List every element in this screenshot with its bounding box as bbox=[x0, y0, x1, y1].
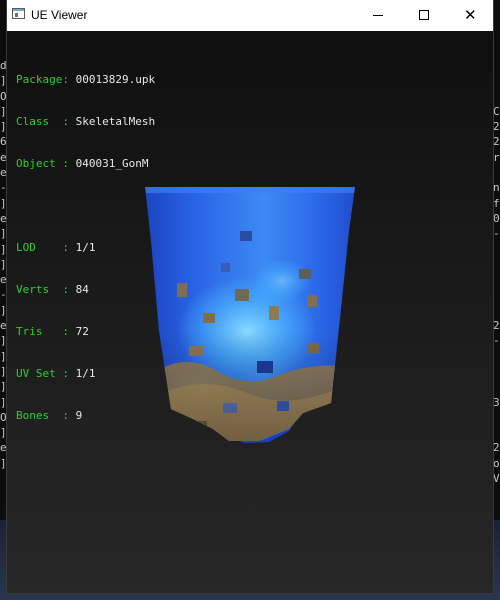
title-bar[interactable]: UE Viewer ✕ bbox=[7, 0, 493, 31]
info-object: Object : 040031_GonM bbox=[16, 157, 149, 170]
background-console-char bbox=[493, 89, 500, 104]
info-package: Package: 00013829.upk bbox=[16, 73, 156, 86]
background-console-char: 3 bbox=[493, 395, 500, 409]
background-console-char bbox=[493, 272, 500, 287]
background-console-char: 0 bbox=[493, 211, 500, 225]
window-app-icon[interactable] bbox=[12, 8, 25, 19]
info-lod: LOD : 1/1 bbox=[16, 241, 96, 254]
ue-viewer-window: UE Viewer ✕ Package: 00013829.upk Class … bbox=[7, 0, 493, 593]
background-console-char bbox=[493, 303, 500, 318]
window-title: UE Viewer bbox=[31, 8, 88, 22]
info-uv-set: UV Set : 1/1 bbox=[16, 367, 96, 380]
background-console-char bbox=[493, 242, 500, 257]
background-console-char: n bbox=[493, 181, 500, 195]
background-console-char bbox=[493, 287, 500, 302]
minimize-button[interactable] bbox=[355, 0, 401, 31]
background-console-char: o bbox=[493, 456, 500, 470]
background-console-char bbox=[493, 379, 500, 394]
background-console-char: C bbox=[493, 104, 500, 118]
background-console-char: 2 bbox=[493, 135, 500, 149]
background-console-char bbox=[493, 257, 500, 272]
info-tris: Tris : 72 bbox=[16, 325, 89, 338]
background-console-char bbox=[493, 58, 500, 73]
background-console-char bbox=[493, 364, 500, 379]
background-console-char: - bbox=[493, 227, 500, 241]
background-console-char: 2 bbox=[493, 441, 500, 455]
close-button[interactable]: ✕ bbox=[447, 0, 493, 31]
background-console-char: r bbox=[493, 150, 500, 164]
info-verts: Verts : 84 bbox=[16, 283, 89, 296]
background-console-char bbox=[493, 425, 500, 440]
info-class: Class : SkeletalMesh bbox=[16, 115, 156, 128]
maximize-button[interactable] bbox=[401, 0, 447, 31]
mesh-viewport[interactable]: Package: 00013829.upk Class : SkeletalMe… bbox=[7, 31, 493, 593]
info-bones: Bones : 9 bbox=[16, 409, 83, 422]
background-console-char: 2 bbox=[493, 319, 500, 333]
background-console-right: C22rnf0-2-32oV bbox=[493, 58, 500, 486]
background-console-char bbox=[493, 349, 500, 364]
mesh-info-panel: Package: 00013829.upk Class : SkeletalMe… bbox=[16, 45, 155, 451]
background-console-char: f bbox=[493, 196, 500, 210]
background-console-char bbox=[493, 73, 500, 88]
background-console-char bbox=[493, 165, 500, 180]
close-icon: ✕ bbox=[464, 6, 477, 24]
background-console-char bbox=[493, 410, 500, 425]
maximize-icon bbox=[419, 10, 429, 20]
minimize-icon bbox=[373, 15, 383, 16]
background-console-char: V bbox=[493, 472, 500, 486]
background-console-char: - bbox=[493, 334, 500, 348]
background-console-char: 2 bbox=[493, 120, 500, 134]
